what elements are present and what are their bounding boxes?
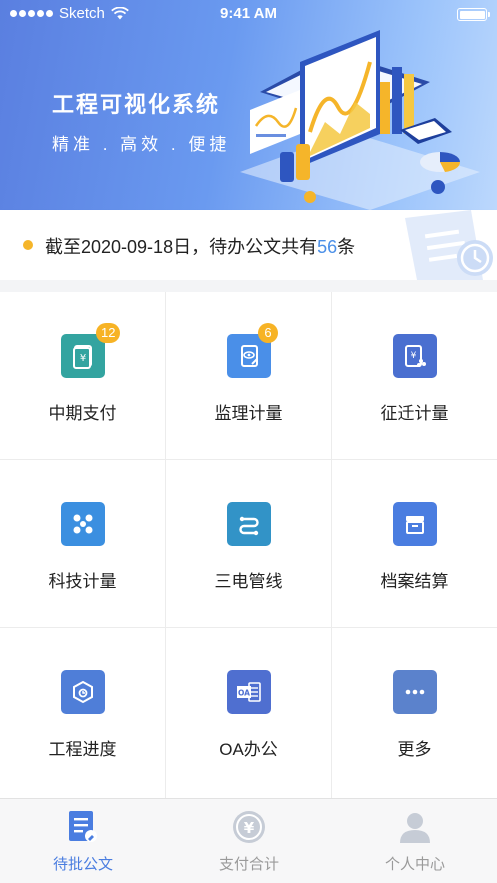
grid-item-tech[interactable]: 科技计量 bbox=[0, 460, 166, 628]
tab-payment-total[interactable]: ¥ 支付合计 bbox=[166, 799, 332, 883]
grid-item-relocation[interactable]: ¥ 征迁计量 bbox=[332, 292, 497, 460]
status-time: 9:41 AM bbox=[220, 5, 277, 22]
more-icon bbox=[393, 670, 437, 714]
grid-item-label: 征迁计量 bbox=[380, 404, 449, 423]
grid-item-label: 工程进度 bbox=[48, 740, 117, 759]
notice-dot bbox=[23, 240, 33, 250]
pipeline-icon bbox=[227, 502, 271, 546]
hero-title: 工程可视化系统 bbox=[52, 92, 221, 117]
bottom-tab-bar: 待批公文 ¥ 支付合计 个人中心 bbox=[0, 798, 497, 883]
grid-item-label: 监理计量 bbox=[214, 404, 283, 423]
notice-suffix: 条 bbox=[337, 237, 356, 257]
grid-item-label: 三电管线 bbox=[214, 572, 283, 591]
todo-notice-bar[interactable]: 截至2020-09-18日，待办公文共有56条 bbox=[0, 210, 497, 280]
notice-prefix: 截至2020-09-18日，待办公文共有 bbox=[45, 237, 318, 257]
payment-icon: ¥ bbox=[61, 334, 105, 378]
document-decoration-icon bbox=[405, 210, 493, 280]
tab-label: 个人中心 bbox=[384, 856, 445, 873]
hero-subtitle: 精准 . 高效 . 便捷 bbox=[52, 135, 231, 154]
tab-personal-center[interactable]: 个人中心 bbox=[332, 799, 497, 883]
archive-icon bbox=[393, 502, 437, 546]
grid-item-oa[interactable]: OA OA办公 bbox=[166, 628, 332, 798]
svg-text:¥: ¥ bbox=[411, 351, 417, 361]
todo-count: 56 bbox=[317, 237, 338, 257]
hero-banner: Sketch 9:41 AM 工程可视化系统 精准 . 高效 . 便捷 bbox=[0, 0, 497, 210]
section-divider bbox=[0, 280, 497, 292]
oa-icon: OA bbox=[227, 670, 271, 714]
svg-text:OA: OA bbox=[238, 689, 250, 698]
document-tab-icon bbox=[69, 811, 97, 842]
grid-item-label: 科技计量 bbox=[48, 572, 117, 591]
user-tab-icon bbox=[400, 813, 430, 843]
grid-item-interim-payment[interactable]: ¥ 12 中期支付 bbox=[0, 292, 166, 460]
badge-count: 12 bbox=[96, 323, 121, 343]
relocation-icon: ¥ bbox=[393, 334, 437, 378]
grid-item-more[interactable]: 更多 bbox=[332, 628, 497, 798]
progress-icon bbox=[61, 670, 105, 714]
grid-item-pipeline[interactable]: 三电管线 bbox=[166, 460, 332, 628]
tab-label: 待批公文 bbox=[52, 856, 113, 873]
tab-pending-documents[interactable]: 待批公文 bbox=[0, 799, 166, 883]
grid-item-progress[interactable]: 工程进度 bbox=[0, 628, 166, 798]
tech-icon bbox=[61, 502, 105, 546]
grid-item-label: 档案结算 bbox=[380, 572, 449, 591]
badge-count: 6 bbox=[258, 323, 278, 343]
tab-label: 支付合计 bbox=[218, 856, 279, 873]
battery-icon bbox=[457, 8, 490, 21]
svg-text:¥: ¥ bbox=[80, 353, 86, 364]
grid-item-label: OA办公 bbox=[219, 740, 278, 759]
grid-item-archive[interactable]: 档案结算 bbox=[332, 460, 497, 628]
grid-item-supervision[interactable]: 6 监理计量 bbox=[166, 292, 332, 460]
svg-text:¥: ¥ bbox=[244, 819, 255, 837]
grid-item-label: 中期支付 bbox=[48, 404, 117, 423]
function-grid: ¥ 12 中期支付 6 监理计量 ¥ 征迁计量 科技计量 三电管线 档案结算 工… bbox=[0, 292, 497, 798]
coin-tab-icon: ¥ bbox=[233, 811, 265, 843]
dashboard-illustration bbox=[240, 30, 480, 210]
grid-item-label: 更多 bbox=[397, 740, 432, 759]
notice-text: 截至2020-09-18日，待办公文共有56条 bbox=[45, 233, 355, 259]
